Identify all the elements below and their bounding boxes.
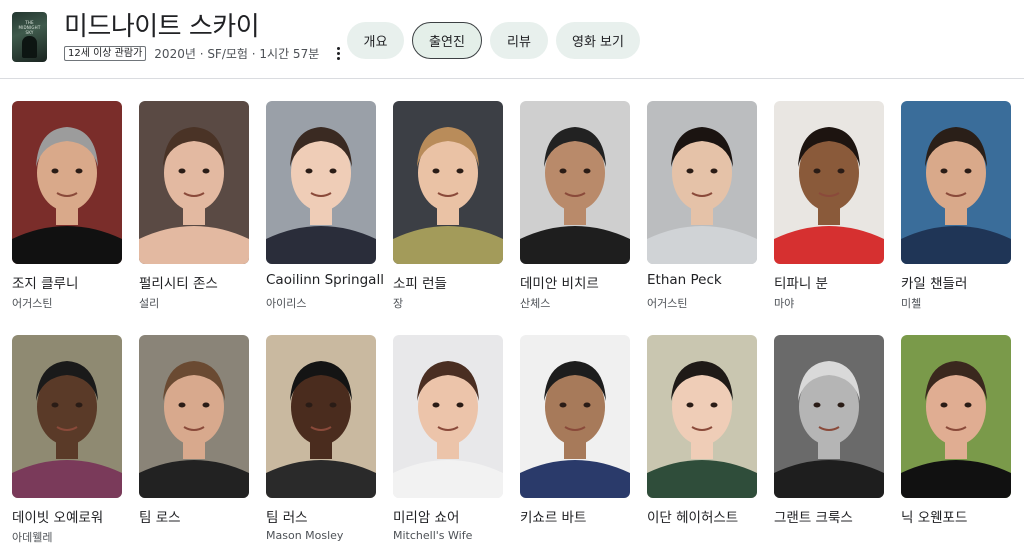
age-rating-badge: 12세 이상 관람가 — [64, 45, 147, 61]
tab-reviews[interactable]: 리뷰 — [490, 22, 548, 59]
actor-name[interactable]: 조지 클루니 — [12, 272, 78, 292]
actor-name[interactable]: 그랜트 크룩스 — [774, 506, 853, 526]
cast-card[interactable]: 미리암 쇼어 Mitchell's Wife — [393, 335, 503, 542]
character-name: 마야 — [774, 297, 795, 310]
actor-name[interactable]: 이단 헤이허스트 — [647, 506, 738, 526]
cast-card[interactable]: 닉 오웬포드 — [901, 335, 1011, 526]
tab-watch[interactable]: 영화 보기 — [556, 22, 640, 59]
tab-cast[interactable]: 출연진 — [412, 22, 482, 59]
actor-name[interactable]: 미리암 쇼어 — [393, 506, 459, 526]
poster-figure — [22, 36, 37, 58]
character-name: 아이리스 — [266, 297, 307, 310]
actor-name[interactable]: 소피 런들 — [393, 272, 447, 292]
cast-photo[interactable] — [12, 335, 122, 498]
actor-name[interactable]: Ethan Peck — [647, 272, 722, 288]
character-name: 장 — [393, 297, 404, 310]
actor-name[interactable]: 키쇼르 바트 — [520, 506, 586, 526]
cast-photo[interactable] — [901, 101, 1011, 264]
cast-card[interactable]: 펄리시티 존스설리 — [139, 101, 249, 310]
cast-photo[interactable] — [647, 335, 757, 498]
cast-card[interactable]: 조지 클루니어거스틴 — [12, 101, 122, 310]
tab-bar: 개요 출연진 리뷰 영화 보기 — [347, 22, 640, 59]
character-name: 어거스틴 — [12, 297, 53, 310]
cast-card[interactable]: 팀 로스 — [139, 335, 249, 526]
cast-photo[interactable] — [139, 101, 249, 264]
actor-name[interactable]: 닉 오웬포드 — [901, 506, 967, 526]
actor-name[interactable]: 데이빗 오예로워 — [12, 506, 103, 526]
more-options-icon[interactable] — [331, 44, 345, 62]
cast-card[interactable]: 팀 러스 Mason Mosley — [266, 335, 376, 542]
cast-card[interactable]: 데이빗 오예로워아데웰레 — [12, 335, 122, 544]
cast-photo[interactable] — [774, 101, 884, 264]
cast-photo[interactable] — [139, 335, 249, 498]
character-name: 어거스틴 — [647, 297, 688, 310]
cast-photo[interactable] — [520, 335, 630, 498]
tab-overview[interactable]: 개요 — [347, 22, 404, 59]
movie-info-text: 2020년 · SF/모험 · 1시간 57분 — [154, 46, 320, 61]
actor-name[interactable]: Caoilinn Springall — [266, 272, 384, 288]
cast-card[interactable]: 그랜트 크룩스 — [774, 335, 884, 526]
cast-card[interactable]: Ethan Peck 어거스틴 — [647, 101, 757, 310]
cast-photo[interactable] — [266, 335, 376, 498]
character-name: Mason Mosley — [266, 529, 344, 542]
actor-name[interactable]: 티파니 분 — [774, 272, 828, 292]
cast-card[interactable]: 소피 런들장 — [393, 101, 503, 310]
character-name: 아데웰레 — [12, 531, 53, 544]
cast-photo[interactable] — [901, 335, 1011, 498]
poster-title-text: THE MIDNIGHT SKY — [18, 20, 41, 35]
cast-photo[interactable] — [774, 335, 884, 498]
movie-meta: 12세 이상 관람가 2020년 · SF/모험 · 1시간 57분 — [64, 44, 345, 62]
character-name: Mitchell's Wife — [393, 529, 473, 542]
cast-photo[interactable] — [393, 335, 503, 498]
movie-header: THE MIDNIGHT SKY 미드나이트 스카이 12세 이상 관람가 20… — [0, 0, 1024, 79]
cast-card[interactable]: 티파니 분마야 — [774, 101, 884, 310]
actor-name[interactable]: 카일 챈들러 — [901, 272, 967, 292]
actor-name[interactable]: 팀 로스 — [139, 506, 181, 526]
cast-photo[interactable] — [647, 101, 757, 264]
character-name: 설리 — [139, 297, 160, 310]
cast-card[interactable]: 키쇼르 바트 — [520, 335, 630, 526]
cast-card[interactable]: 데미안 비치르산체스 — [520, 101, 630, 310]
character-name: 산체스 — [520, 297, 551, 310]
cast-card[interactable]: 카일 챈들러미첼 — [901, 101, 1011, 310]
cast-photo[interactable] — [393, 101, 503, 264]
cast-card[interactable]: 이단 헤이허스트 — [647, 335, 757, 526]
cast-photo[interactable] — [266, 101, 376, 264]
actor-name[interactable]: 펄리시티 존스 — [139, 272, 218, 292]
actor-name[interactable]: 데미안 비치르 — [520, 272, 599, 292]
cast-card[interactable]: Caoilinn Springall 아이리스 — [266, 101, 384, 310]
character-name: 미첼 — [901, 297, 922, 310]
movie-poster[interactable]: THE MIDNIGHT SKY — [12, 12, 47, 62]
cast-photo[interactable] — [12, 101, 122, 264]
actor-name[interactable]: 팀 러스 — [266, 506, 308, 526]
movie-title: 미드나이트 스카이 — [64, 12, 260, 42]
cast-photo[interactable] — [520, 101, 630, 264]
